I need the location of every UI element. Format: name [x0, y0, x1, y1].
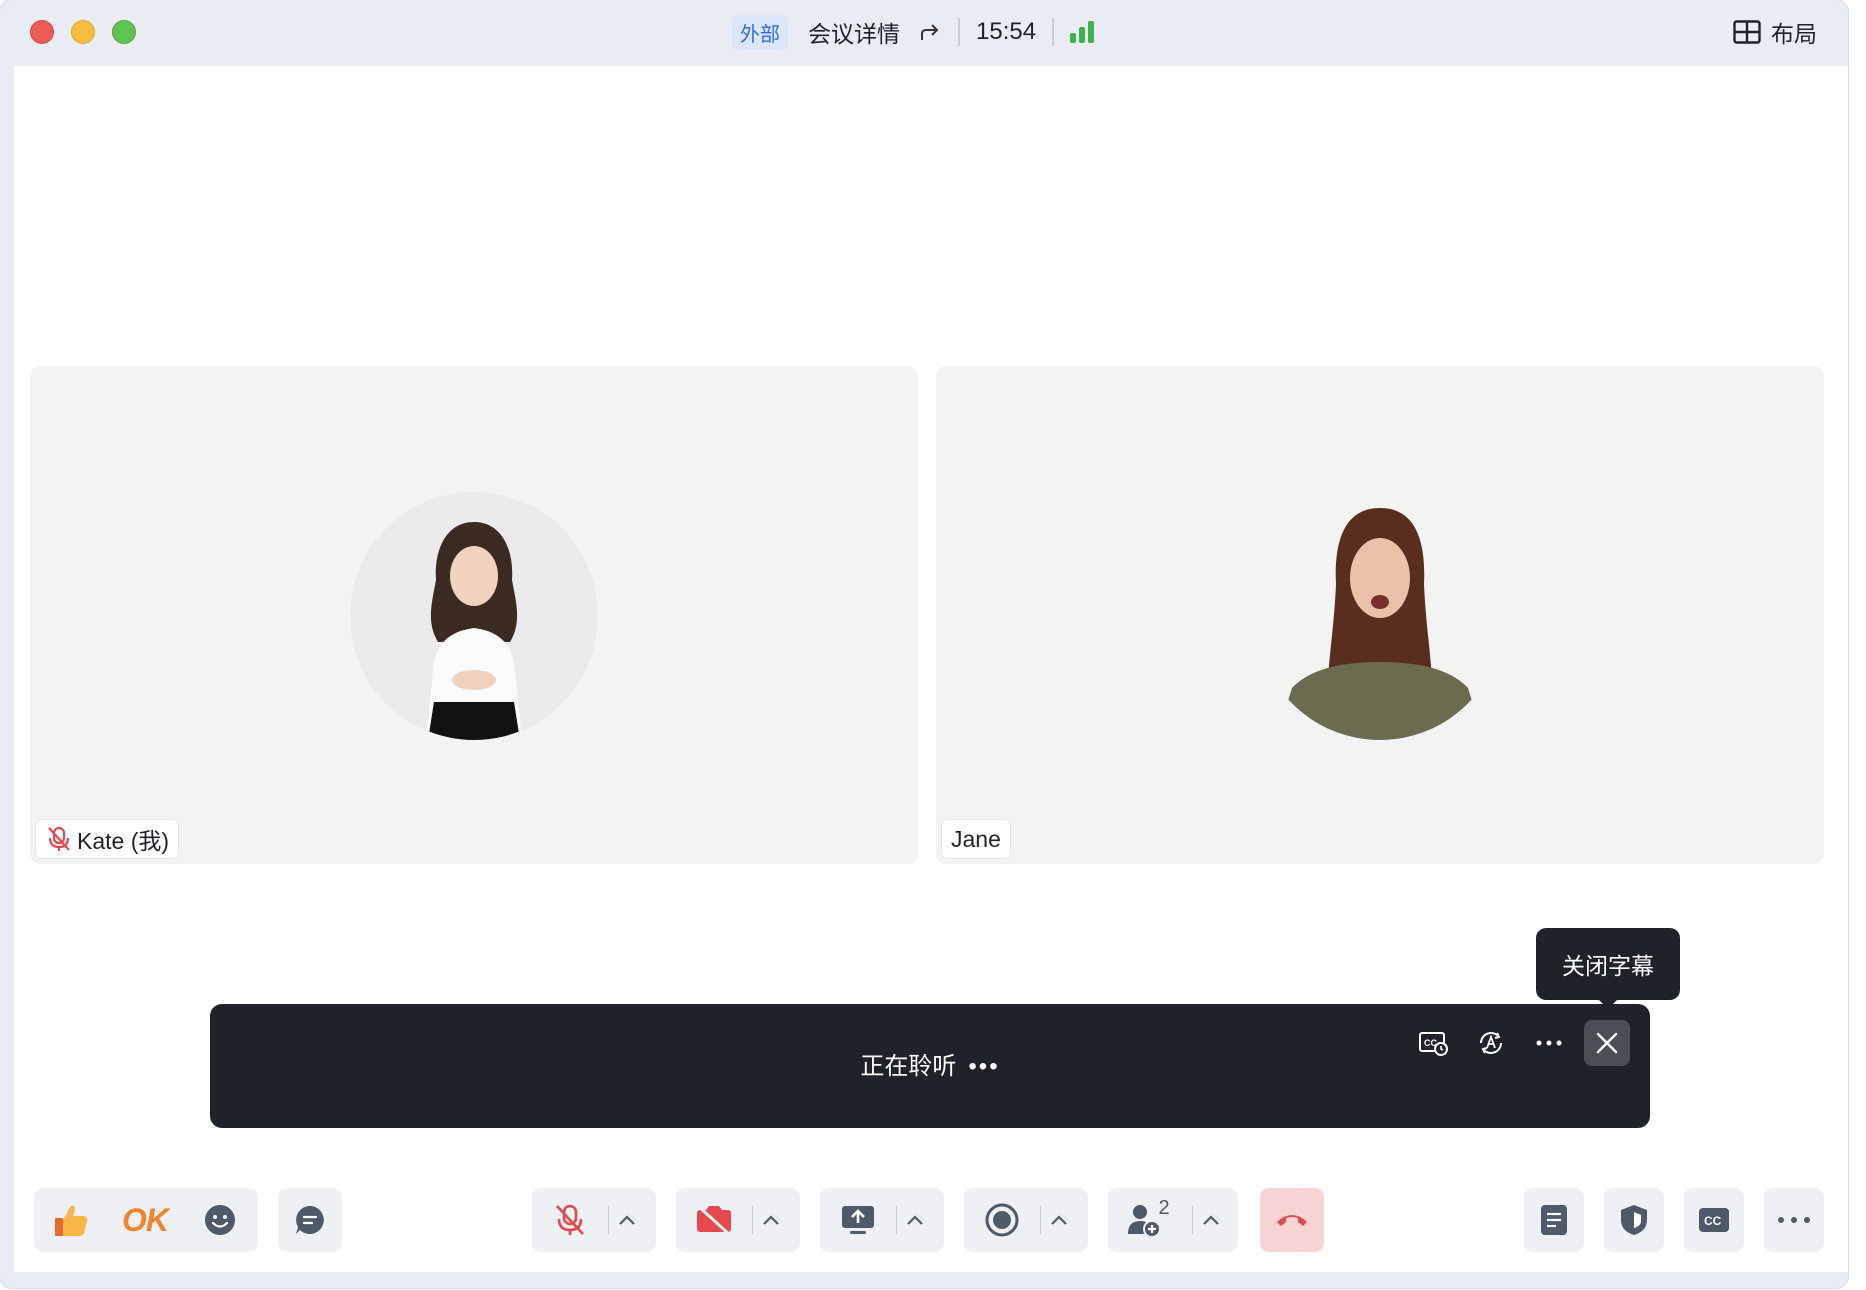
record-icon	[985, 1203, 1019, 1237]
ok-reaction-button[interactable]: OK	[108, 1188, 182, 1252]
participants-count: 2	[1158, 1196, 1170, 1219]
participant-name: Jane	[951, 825, 1001, 852]
participants-group: 2	[1108, 1188, 1238, 1252]
caption-tools: CC	[1410, 1020, 1630, 1066]
separator	[1052, 18, 1055, 46]
close-icon	[1596, 1032, 1618, 1054]
tooltip-text: 关闭字幕	[1562, 953, 1654, 979]
share-options-button[interactable]	[897, 1188, 933, 1252]
camera-off-icon	[696, 1204, 732, 1236]
video-tile-kate[interactable]: Kate (我)	[30, 366, 918, 864]
thumbs-up-icon	[55, 1205, 88, 1236]
more-horizontal-icon	[1536, 1040, 1562, 1046]
mic-off-icon	[556, 1204, 584, 1235]
caption-history-button[interactable]: CC	[1410, 1020, 1456, 1066]
meeting-info: 外部 会议详情 15:54	[732, 14, 1095, 50]
video-tile-jane[interactable]: Jane	[936, 366, 1824, 864]
title-bar: 外部 会议详情 15:54 布局	[0, 0, 1848, 66]
notes-group	[1524, 1188, 1584, 1252]
closed-captions-icon: CC	[1699, 1208, 1729, 1232]
document-icon	[1541, 1205, 1567, 1235]
leave-group	[1260, 1188, 1324, 1252]
chat-group	[278, 1188, 342, 1252]
record-group	[964, 1188, 1088, 1252]
translate-icon	[1480, 1032, 1502, 1054]
share-icon[interactable]	[918, 20, 942, 44]
caption-panel: 正在聆听 ••• CC	[210, 1004, 1650, 1128]
mic-off-icon	[48, 826, 70, 851]
svg-text:CC: CC	[1704, 1214, 1722, 1228]
record-button[interactable]	[964, 1188, 1040, 1252]
chevron-up-icon	[763, 1215, 779, 1225]
separator	[958, 18, 960, 46]
hang-up-icon	[1277, 1215, 1307, 1226]
meeting-stage: Kate (我) Jane 关闭字幕 正在聆听 ••• CC OK 2 CC	[14, 66, 1848, 1272]
layout-button[interactable]: 布局	[1733, 15, 1817, 49]
participants-button[interactable]: 2	[1108, 1188, 1192, 1252]
close-captions-tooltip: 关闭字幕	[1536, 928, 1680, 1009]
chat-icon	[296, 1206, 324, 1234]
caption-more-button[interactable]	[1526, 1020, 1572, 1066]
share-screen-button[interactable]	[820, 1188, 896, 1252]
camera-toggle-button[interactable]	[676, 1188, 752, 1252]
name-tag-kate: Kate (我)	[36, 820, 179, 858]
add-participant-icon	[1128, 1205, 1162, 1238]
window-controls	[30, 20, 136, 44]
notes-button[interactable]	[1524, 1188, 1584, 1252]
caption-status-text: 正在聆听	[860, 1053, 957, 1080]
security-button[interactable]	[1604, 1188, 1664, 1252]
captions-group: CC	[1684, 1188, 1744, 1252]
more-options-button[interactable]	[1764, 1188, 1824, 1252]
layout-label: 布局	[1771, 21, 1817, 47]
caption-history-icon: CC	[1419, 1032, 1448, 1056]
chevron-up-icon	[619, 1215, 635, 1225]
ok-label: OK	[122, 1201, 169, 1238]
more-horizontal-icon	[1778, 1217, 1810, 1223]
listening-dots: •••	[968, 1053, 1000, 1080]
microphone-options-button[interactable]	[609, 1188, 645, 1252]
avatar-kate	[350, 492, 598, 740]
chevron-up-icon	[907, 1215, 923, 1225]
chat-button[interactable]	[278, 1188, 342, 1252]
translate-button[interactable]	[1468, 1020, 1514, 1066]
network-signal-icon[interactable]	[1070, 21, 1095, 43]
reactions-group: OK	[34, 1188, 258, 1252]
close-captions-button[interactable]	[1584, 1020, 1630, 1066]
meeting-window: 外部 会议详情 15:54 布局 Kate (我) Jane 关闭字幕 正在聆听…	[0, 0, 1848, 1288]
meeting-details-link[interactable]: 会议详情	[808, 15, 900, 49]
record-options-button[interactable]	[1041, 1188, 1077, 1252]
close-window-button[interactable]	[30, 20, 54, 44]
camera-group	[676, 1188, 800, 1252]
share-screen-icon	[842, 1206, 874, 1234]
leave-meeting-button[interactable]	[1260, 1188, 1324, 1252]
shield-icon	[1621, 1205, 1647, 1235]
emoji-button[interactable]	[182, 1188, 258, 1252]
meeting-toolbar: OK 2 CC	[14, 1188, 1848, 1252]
external-badge: 外部	[732, 14, 788, 50]
microphone-group	[532, 1188, 656, 1252]
smiley-icon	[205, 1205, 235, 1235]
captions-button[interactable]: CC	[1684, 1188, 1744, 1252]
more-group	[1764, 1188, 1824, 1252]
microphone-toggle-button[interactable]	[532, 1188, 608, 1252]
chevron-up-icon	[1203, 1215, 1219, 1225]
minimize-window-button[interactable]	[71, 20, 95, 44]
participant-name: Kate (我)	[77, 828, 170, 854]
grid-layout-icon	[1733, 20, 1761, 44]
participants-options-button[interactable]	[1193, 1188, 1229, 1252]
name-tag-jane: Jane	[942, 820, 1010, 858]
thumbs-up-button[interactable]	[34, 1188, 108, 1252]
camera-options-button[interactable]	[753, 1188, 789, 1252]
share-screen-group	[820, 1188, 944, 1252]
chevron-up-icon	[1051, 1215, 1067, 1225]
security-group	[1604, 1188, 1664, 1252]
zoom-window-button[interactable]	[112, 20, 136, 44]
meeting-timer: 15:54	[976, 18, 1037, 45]
avatar-jane	[1256, 492, 1504, 740]
